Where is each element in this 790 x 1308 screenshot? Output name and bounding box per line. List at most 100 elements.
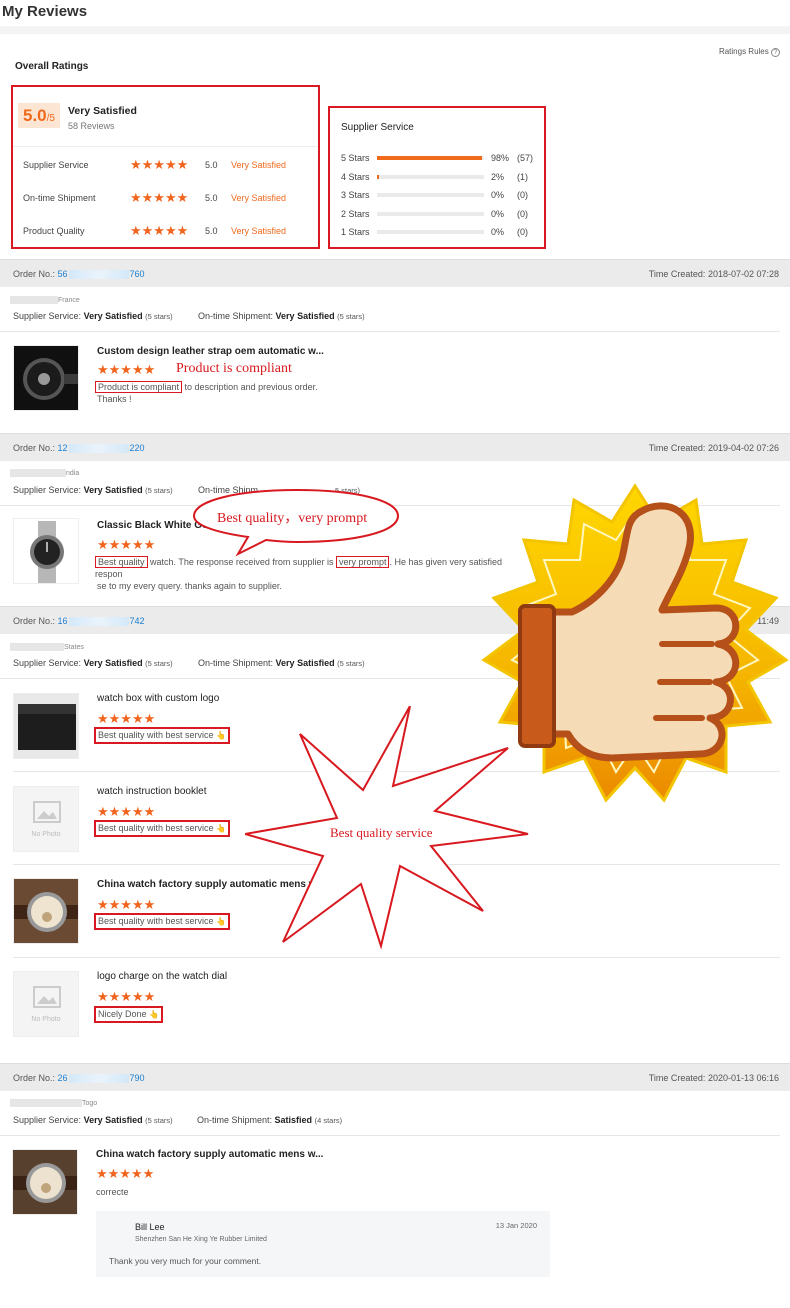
- distribution-count: (0): [517, 209, 528, 219]
- order-number: Order No.: 26 790: [13, 1073, 145, 1084]
- review-tag: Nicely Done 👆: [94, 1006, 164, 1023]
- review-tag-text: Best quality with best service: [98, 730, 214, 740]
- order-no-prefix[interactable]: 56: [58, 269, 68, 279]
- order-no-prefix[interactable]: 16: [58, 616, 68, 626]
- order-no-label: Order No.:: [13, 616, 56, 626]
- country-text: France: [58, 296, 80, 304]
- distribution-count: (0): [517, 227, 528, 237]
- rating-row-quality: Product Quality ★★★★★ 5.0 Very Satisfied: [23, 224, 313, 238]
- redacted-block: [68, 270, 129, 280]
- order-no-label: Order No.:: [13, 443, 56, 453]
- hand-pointer-icon: 👆: [149, 1010, 160, 1019]
- shipment-label: On-time Shipment:: [198, 311, 274, 321]
- redacted-block: [10, 296, 58, 304]
- product-thumbnail[interactable]: [13, 345, 79, 411]
- page-title: My Reviews: [2, 3, 88, 20]
- overall-score-suffix: /5: [46, 113, 55, 124]
- order-no-suffix[interactable]: 760: [130, 269, 145, 279]
- review-line2: se to my every query. thanks again to su…: [97, 581, 282, 591]
- distribution-count: (1): [517, 172, 528, 182]
- star-level-label: 3 Stars: [341, 190, 370, 200]
- order-no-prefix[interactable]: 12: [58, 443, 68, 453]
- star-level-label: 1 Stars: [341, 227, 370, 237]
- product-thumbnail[interactable]: [13, 693, 79, 759]
- rating-row-name: Product Quality: [23, 226, 85, 236]
- shipment-label: On-time Shipment:: [197, 1115, 273, 1125]
- supplier-label: Supplier Service:: [13, 485, 82, 495]
- product-thumbnail[interactable]: [13, 878, 79, 944]
- ratings-rules-link[interactable]: Ratings Rules ?: [719, 47, 780, 57]
- time-value: 2020-01-13 06:16: [707, 1073, 779, 1083]
- order-header: Order No.: 26 790 Time Created: 2020-01-1…: [0, 1063, 790, 1091]
- buyer-country: ndia: [10, 469, 79, 477]
- country-text: Togo: [82, 1099, 98, 1107]
- buyer-country: France: [10, 296, 80, 304]
- order-number: Order No.: 16 742: [13, 616, 145, 627]
- redacted-block: [68, 444, 129, 454]
- header-divider: [0, 26, 790, 34]
- product-title[interactable]: watch instruction booklet: [97, 786, 207, 797]
- star-level-label: 5 Stars: [341, 153, 370, 163]
- review-mid: watch. The response received from suppli…: [147, 557, 336, 567]
- shipment-rating: Very Satisfied: [275, 658, 335, 668]
- order-no-prefix[interactable]: 26: [58, 1073, 68, 1083]
- star-rating: ★★★★★: [97, 989, 156, 1004]
- shipment-label: On-time Shipment:: [198, 658, 274, 668]
- time-created: Time Created: 2020-01-13 06:16: [649, 1073, 779, 1083]
- product-thumbnail[interactable]: [13, 518, 79, 584]
- distribution-bar: [377, 212, 484, 216]
- distribution-bar: [377, 156, 484, 160]
- rating-row-label: Very Satisfied: [231, 160, 287, 170]
- time-label: Time Created:: [648, 443, 706, 453]
- watch-image: [14, 892, 78, 932]
- order-shipment-summary: On-time Shipment: Very Satisfied (5 star…: [198, 311, 365, 321]
- supplier-label: Supplier Service:: [13, 1115, 82, 1125]
- rating-row-value: 5.0: [205, 160, 218, 170]
- order-no-suffix[interactable]: 220: [130, 443, 145, 453]
- order-no-suffix[interactable]: 742: [130, 616, 145, 626]
- thumbs-up-badge: [481, 483, 789, 803]
- supplier-rating: Very Satisfied: [83, 311, 143, 321]
- overall-score: 5.0: [23, 106, 47, 125]
- order-ratings-summary: Supplier Service: Very Satisfied (5 star…: [13, 485, 173, 495]
- review-text: Best quality watch. The response receive…: [95, 556, 525, 592]
- supplier-label: Supplier Service:: [13, 311, 82, 321]
- rating-row-name: On-time Shipment: [23, 193, 96, 203]
- star-rating: ★★★★★: [97, 897, 156, 912]
- hand-pointer-icon: 👆: [216, 731, 227, 740]
- shipment-stars: (4 stars): [314, 1116, 343, 1125]
- supplier-stars: (5 stars): [145, 1116, 173, 1125]
- product-title[interactable]: China watch factory supply automatic men…: [96, 1149, 323, 1160]
- order-shipment-summary: On-time Shipment: Very Satisfied (5 star…: [198, 658, 365, 668]
- order-ratings-summary: Supplier Service: Very Satisfied (5 star…: [13, 658, 173, 668]
- supplier-stars: (5 stars): [145, 659, 173, 668]
- review-text: correcte: [96, 1187, 129, 1197]
- reply-author: Bill Lee: [135, 1222, 165, 1232]
- time-value: 2019-04-02 07:26: [707, 443, 779, 453]
- callout-prompt: Best quality，very prompt: [217, 511, 368, 526]
- redacted-block: [10, 643, 64, 651]
- review-tag: Best quality with best service 👆: [94, 913, 231, 930]
- distribution-bar-fill: [377, 175, 380, 179]
- rating-row-shipment: On-time Shipment ★★★★★ 5.0 Very Satisfie…: [23, 191, 313, 205]
- order-no-suffix[interactable]: 790: [130, 1073, 145, 1083]
- distribution-bar-fill: [377, 156, 482, 160]
- product-thumbnail[interactable]: [12, 1149, 78, 1215]
- review-tag-text: Best quality with best service: [98, 916, 214, 926]
- order-shipment-summary: On-time Shipment: Satisfied (4 stars): [197, 1115, 342, 1125]
- distribution-percent: 2%: [491, 172, 505, 182]
- star-rating: ★★★★★: [130, 157, 189, 172]
- order-header: Order No.: 12 220 Time Created: 2019-04-0…: [0, 433, 790, 461]
- overall-label: Very Satisfied: [68, 105, 137, 117]
- order-ratings-summary: Supplier Service: Very Satisfied (5 star…: [13, 311, 173, 321]
- supplier-reply: Bill Lee Shenzhen San He Xing Ye Rubber …: [96, 1211, 550, 1277]
- star-rating: ★★★★★: [130, 190, 189, 205]
- ratings-rules-label: Ratings Rules: [718, 47, 769, 56]
- product-title[interactable]: watch box with custom logo: [97, 693, 219, 704]
- product-title[interactable]: Custom design leather strap oem automati…: [97, 346, 324, 357]
- watch-image: [30, 521, 64, 583]
- no-photo-placeholder: No Photo: [13, 786, 79, 852]
- callout-compliant: Product is compliant: [176, 361, 292, 376]
- product-title[interactable]: logo charge on the watch dial: [97, 971, 227, 982]
- overall-heading: Overall Ratings: [15, 61, 89, 72]
